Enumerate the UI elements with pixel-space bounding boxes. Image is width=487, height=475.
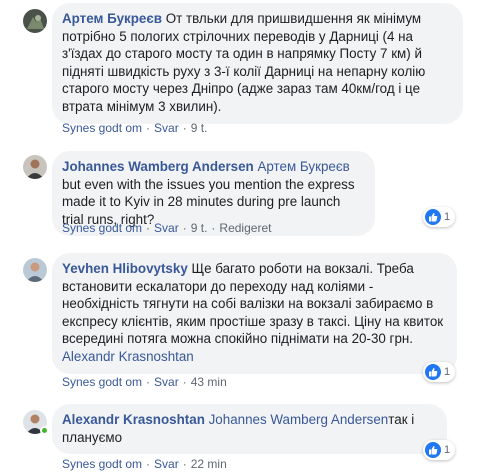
comment-bubble: Alexandr Krasnoshtan Johannes Wamberg An… — [52, 404, 447, 455]
comment-actions: Synes godt om · Svar · 9 t. — [62, 121, 208, 135]
avatar[interactable] — [23, 155, 47, 179]
reaction-count: 1 — [444, 211, 451, 223]
online-status-dot — [40, 426, 49, 435]
comment-actions: Synes godt om · Svar · 22 min — [62, 457, 227, 471]
comment-author[interactable]: Артем Букреєв — [62, 11, 162, 26]
reaction-badge[interactable]: 1 — [423, 207, 456, 227]
timestamp[interactable]: 43 min — [191, 375, 227, 389]
comment-bubble: Артем Букреєв От твльки для пришвидшення… — [52, 3, 463, 124]
reply-button[interactable]: Svar — [154, 457, 179, 471]
avatar[interactable] — [23, 9, 47, 33]
comment-text: От твльки для пришвидшення як мінімум по… — [62, 11, 426, 114]
timestamp[interactable]: 22 min — [191, 457, 227, 471]
comment-author[interactable]: Yevhen Hlibovytsky — [62, 261, 188, 276]
reply-button[interactable]: Svar — [154, 121, 179, 135]
thumbs-up-icon — [425, 364, 441, 380]
mention-link[interactable]: Johannes Wamberg Andersen — [209, 412, 389, 427]
like-button[interactable]: Synes godt om — [62, 375, 142, 389]
timestamp[interactable]: 9 t. — [191, 121, 208, 135]
mention-link[interactable]: Alexandr Krasnoshtan — [62, 349, 194, 364]
comment-author[interactable]: Alexandr Krasnoshtan — [62, 412, 205, 427]
comment-author[interactable]: Johannes Wamberg Andersen — [62, 159, 254, 174]
comment-bubble: Yevhen Hlibovytsky Ще багато роботи на в… — [52, 253, 457, 374]
edited-label[interactable]: Redigeret — [219, 221, 271, 235]
reply-button[interactable]: Svar — [154, 375, 179, 389]
reaction-count: 1 — [444, 444, 451, 456]
thumbs-up-icon — [425, 442, 441, 458]
avatar[interactable] — [23, 258, 47, 282]
comment-actions: Synes godt om · Svar · 9 t. · Redigeret — [62, 221, 272, 235]
like-button[interactable]: Synes godt om — [62, 121, 142, 135]
reaction-badge[interactable]: 1 — [423, 440, 456, 460]
reaction-count: 1 — [444, 366, 451, 378]
like-button[interactable]: Synes godt om — [62, 221, 142, 235]
like-button[interactable]: Synes godt om — [62, 457, 142, 471]
thumbs-up-icon — [425, 209, 441, 225]
comment-actions: Synes godt om · Svar · 43 min — [62, 375, 227, 389]
timestamp[interactable]: 9 t. — [191, 221, 208, 235]
mention-link[interactable]: Артем Букреєв — [257, 159, 349, 174]
comment-text: but even with the issues you mention the… — [62, 176, 355, 227]
reaction-badge[interactable]: 1 — [423, 362, 456, 382]
reply-button[interactable]: Svar — [154, 221, 179, 235]
